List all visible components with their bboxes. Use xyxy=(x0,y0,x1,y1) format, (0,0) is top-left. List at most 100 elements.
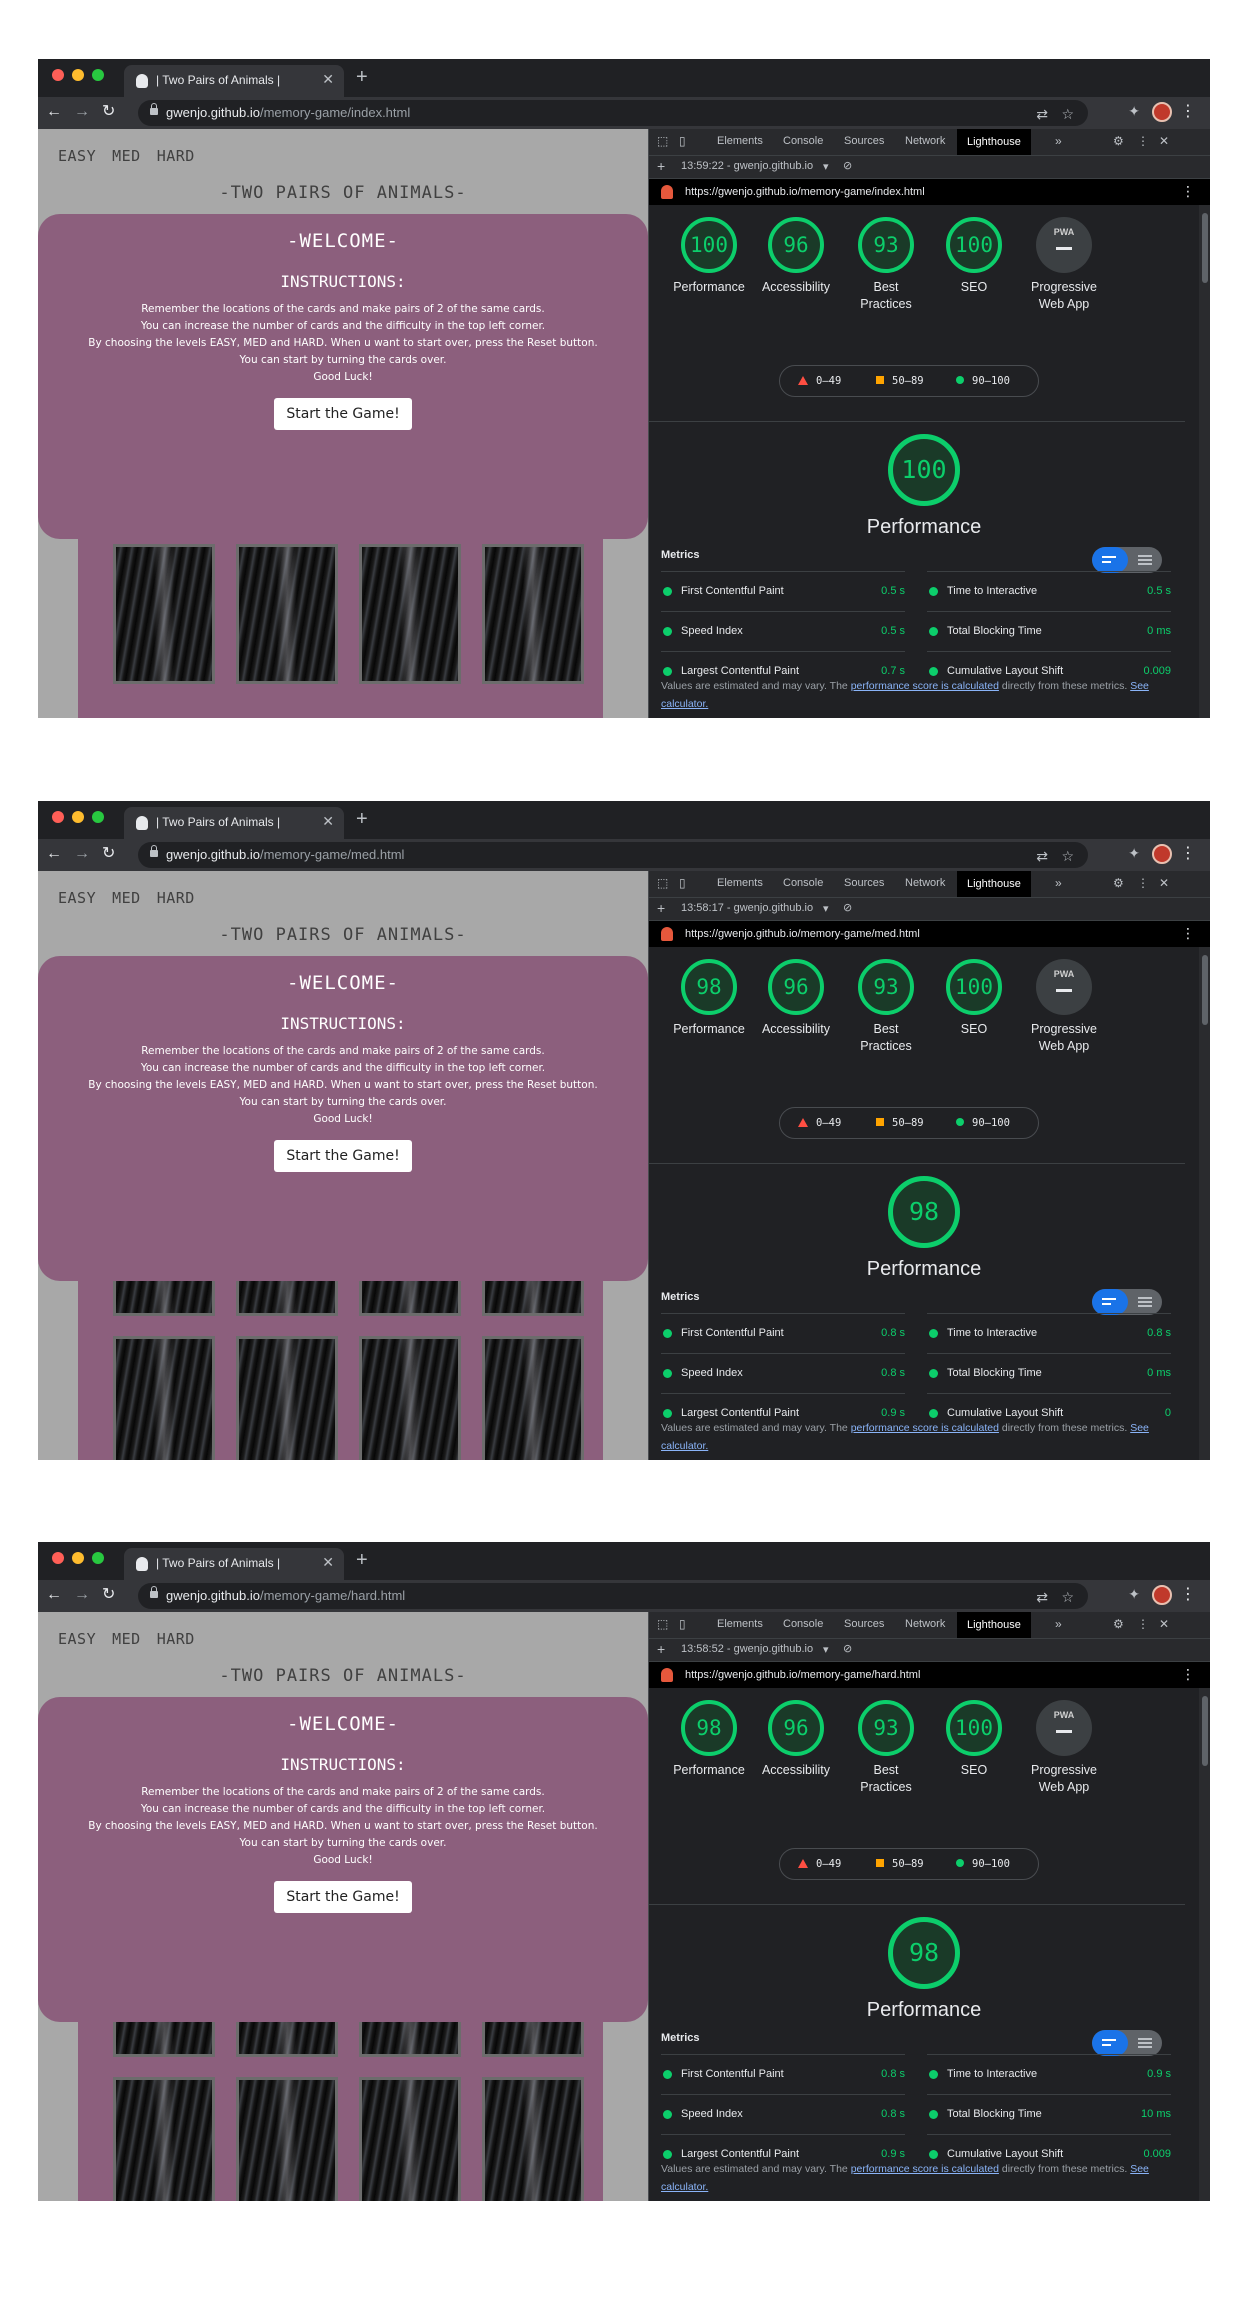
metrics-view-toggle[interactable] xyxy=(1092,547,1162,573)
gauge-pwa[interactable]: PWA Progressive Web App xyxy=(1019,1700,1109,1796)
tab-lighthouse[interactable]: Lighthouse xyxy=(957,129,1031,155)
back-icon[interactable]: ← xyxy=(46,1586,62,1604)
more-tabs-icon[interactable]: » xyxy=(1055,876,1062,890)
memory-card[interactable] xyxy=(359,1336,461,1460)
tab-console[interactable]: Console xyxy=(783,1618,823,1630)
devtools-menu-icon[interactable]: ⋮ xyxy=(1137,134,1149,148)
report-selector[interactable]: 13:58:17 - gwenjo.github.io xyxy=(681,902,813,914)
tab-lighthouse[interactable]: Lighthouse xyxy=(957,1612,1031,1638)
tab-console[interactable]: Console xyxy=(783,135,823,147)
bookmark-star-icon[interactable]: ☆ xyxy=(1061,1589,1074,1606)
translate-icon[interactable]: ⇄ xyxy=(1036,106,1048,123)
forward-icon[interactable]: → xyxy=(74,845,90,863)
close-tab-icon[interactable]: ✕ xyxy=(322,71,334,88)
close-tab-icon[interactable]: ✕ xyxy=(322,813,334,830)
devtools-menu-icon[interactable]: ⋮ xyxy=(1137,1617,1149,1631)
memory-card[interactable] xyxy=(113,544,215,684)
tab-sources[interactable]: Sources xyxy=(844,135,884,147)
translate-icon[interactable]: ⇄ xyxy=(1036,1589,1048,1606)
gauge-seo[interactable]: 100 SEO xyxy=(929,1700,1019,1779)
memory-card[interactable] xyxy=(359,2077,461,2201)
scrollbar-thumb[interactable] xyxy=(1202,1696,1208,1766)
tab-console[interactable]: Console xyxy=(783,877,823,889)
memory-card[interactable] xyxy=(359,544,461,684)
tab-sources[interactable]: Sources xyxy=(844,877,884,889)
new-tab-icon[interactable]: + xyxy=(356,67,368,87)
gauge-accessibility[interactable]: 96 Accessibility xyxy=(751,959,841,1038)
close-devtools-icon[interactable]: ✕ xyxy=(1159,134,1169,148)
more-tabs-icon[interactable]: » xyxy=(1055,1617,1062,1631)
dropdown-caret-icon[interactable]: ▾ xyxy=(823,160,829,173)
memory-card[interactable] xyxy=(236,2077,338,2201)
inspect-element-icon[interactable]: ⬚ xyxy=(657,876,668,890)
expanded-view-icon[interactable] xyxy=(1128,1289,1162,1315)
start-game-button[interactable]: Start the Game! xyxy=(274,398,412,430)
expanded-view-icon[interactable] xyxy=(1128,2030,1162,2056)
avatar[interactable] xyxy=(1152,1585,1172,1605)
score-calc-link[interactable]: performance score is calculated xyxy=(851,1422,999,1434)
tab-lighthouse[interactable]: Lighthouse xyxy=(957,871,1031,897)
bookmark-star-icon[interactable]: ☆ xyxy=(1061,106,1074,123)
level-hard-link[interactable]: HARD xyxy=(157,1630,195,1648)
report-selector[interactable]: 13:59:22 - gwenjo.github.io xyxy=(681,160,813,172)
minimize-window-button[interactable] xyxy=(72,69,84,81)
level-easy-link[interactable]: EASY xyxy=(58,147,96,165)
close-window-button[interactable] xyxy=(52,1552,64,1564)
device-toolbar-icon[interactable]: ▯ xyxy=(679,134,686,148)
new-tab-icon[interactable]: + xyxy=(356,1550,368,1570)
address-bar[interactable]: gwenjo.github.io/memory-game/hard.html ⇄… xyxy=(138,1583,1088,1609)
level-hard-link[interactable]: HARD xyxy=(157,147,195,165)
devtools-scrollbar[interactable] xyxy=(1199,1688,1210,2201)
close-tab-icon[interactable]: ✕ xyxy=(322,1554,334,1571)
browser-tab[interactable]: | Two Pairs of Animals | ✕ xyxy=(124,1548,344,1580)
gauge-accessibility[interactable]: 96 Accessibility xyxy=(751,217,841,296)
level-easy-link[interactable]: EASY xyxy=(58,1630,96,1648)
device-toolbar-icon[interactable]: ▯ xyxy=(679,876,686,890)
new-report-icon[interactable]: + xyxy=(657,1641,665,1657)
dropdown-caret-icon[interactable]: ▾ xyxy=(823,1643,829,1656)
more-tabs-icon[interactable]: » xyxy=(1055,134,1062,148)
level-easy-link[interactable]: EASY xyxy=(58,889,96,907)
new-report-icon[interactable]: + xyxy=(657,900,665,916)
start-game-button[interactable]: Start the Game! xyxy=(274,1881,412,1913)
memory-card[interactable] xyxy=(482,1336,584,1460)
reload-icon[interactable]: ↻ xyxy=(102,1586,115,1604)
inspect-element-icon[interactable]: ⬚ xyxy=(657,1617,668,1631)
gauge-performance[interactable]: 98 Performance xyxy=(664,959,754,1038)
gauge-seo[interactable]: 100 SEO xyxy=(929,217,1019,296)
report-menu-icon[interactable]: ⋮ xyxy=(1181,1666,1195,1683)
level-med-link[interactable]: MED xyxy=(112,1630,141,1648)
forward-icon[interactable]: → xyxy=(74,103,90,121)
report-selector[interactable]: 13:58:52 - gwenjo.github.io xyxy=(681,1643,813,1655)
memory-card[interactable] xyxy=(236,1336,338,1460)
tab-network[interactable]: Network xyxy=(905,135,945,147)
kebab-menu-icon[interactable]: ⋮ xyxy=(1180,101,1196,121)
score-calc-link[interactable]: performance score is calculated xyxy=(851,680,999,692)
gauge-best-practices[interactable]: 93 Best Practices xyxy=(841,959,931,1055)
close-devtools-icon[interactable]: ✕ xyxy=(1159,876,1169,890)
close-window-button[interactable] xyxy=(52,69,64,81)
expanded-view-icon[interactable] xyxy=(1128,547,1162,573)
clear-reports-icon[interactable]: ⊘ xyxy=(843,901,852,914)
metrics-view-toggle[interactable] xyxy=(1092,2030,1162,2056)
scrollbar-thumb[interactable] xyxy=(1202,213,1208,283)
tab-sources[interactable]: Sources xyxy=(844,1618,884,1630)
gear-icon[interactable]: ⚙ xyxy=(1113,1617,1124,1631)
inspect-element-icon[interactable]: ⬚ xyxy=(657,134,668,148)
level-hard-link[interactable]: HARD xyxy=(157,889,195,907)
browser-tab[interactable]: | Two Pairs of Animals | ✕ xyxy=(124,65,344,97)
compact-view-icon[interactable] xyxy=(1092,1289,1128,1315)
report-menu-icon[interactable]: ⋮ xyxy=(1181,183,1195,200)
score-calc-link[interactable]: performance score is calculated xyxy=(851,2163,999,2175)
memory-card[interactable] xyxy=(113,2077,215,2201)
device-toolbar-icon[interactable]: ▯ xyxy=(679,1617,686,1631)
tab-network[interactable]: Network xyxy=(905,877,945,889)
translate-icon[interactable]: ⇄ xyxy=(1036,848,1048,865)
address-bar[interactable]: gwenjo.github.io/memory-game/med.html ⇄ … xyxy=(138,842,1088,868)
clear-reports-icon[interactable]: ⊘ xyxy=(843,1642,852,1655)
back-icon[interactable]: ← xyxy=(46,845,62,863)
compact-view-icon[interactable] xyxy=(1092,547,1128,573)
gauge-pwa[interactable]: PWA Progressive Web App xyxy=(1019,959,1109,1055)
tab-network[interactable]: Network xyxy=(905,1618,945,1630)
minimize-window-button[interactable] xyxy=(72,1552,84,1564)
